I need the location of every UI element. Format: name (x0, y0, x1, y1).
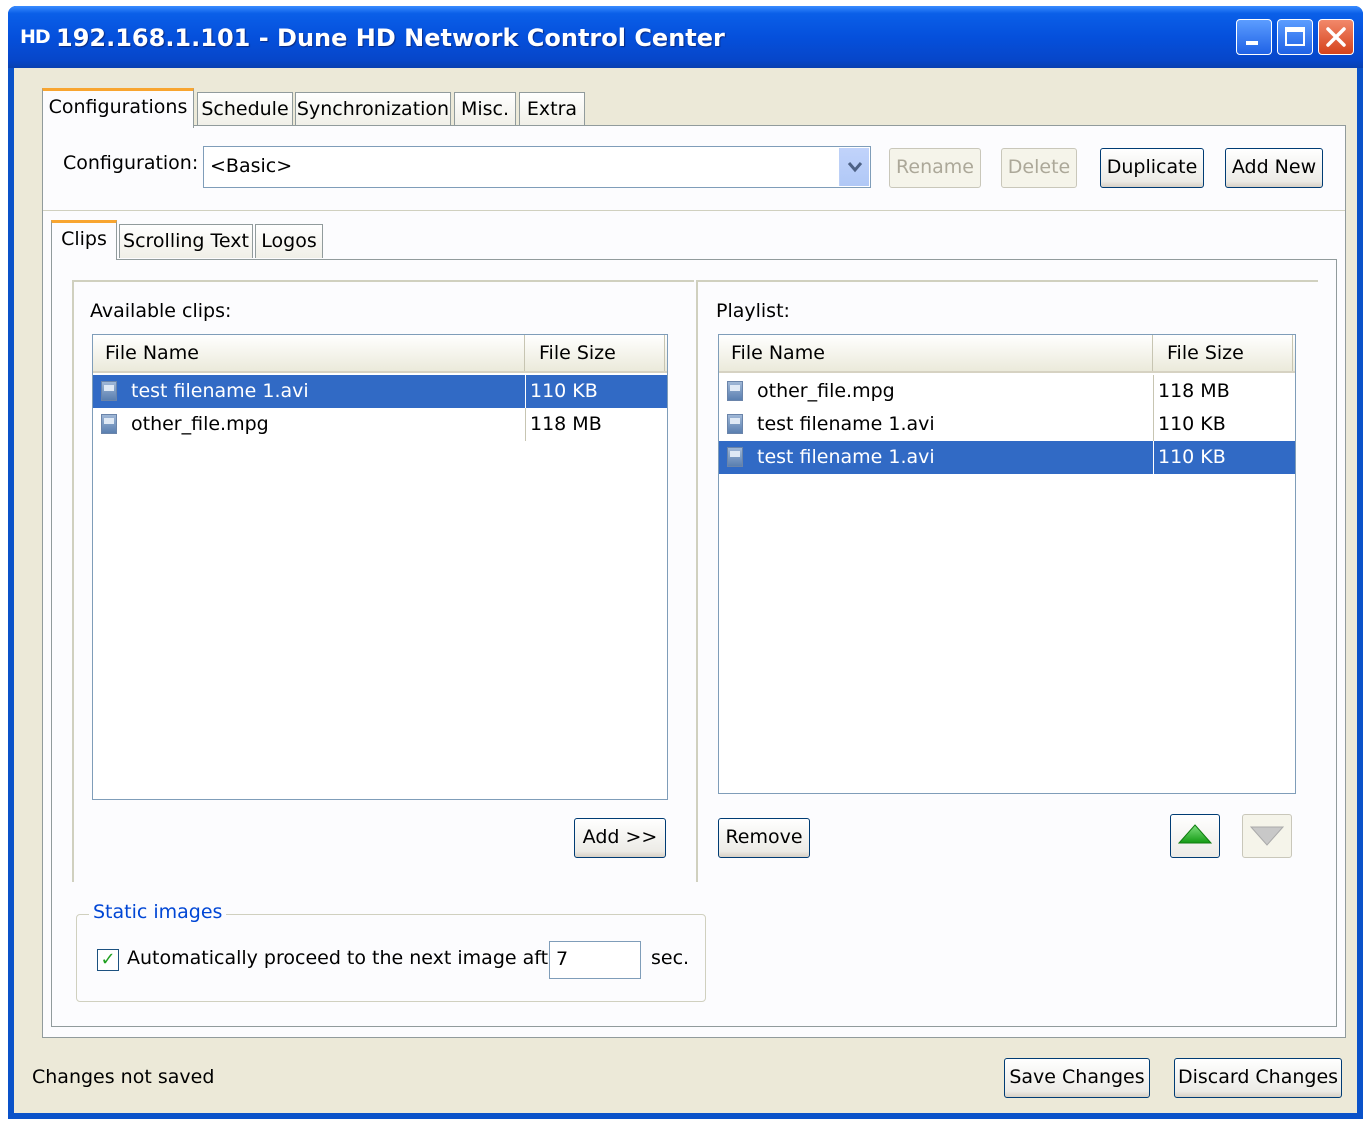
chevron-down-icon[interactable] (839, 148, 869, 186)
remove-button[interactable]: Remove (718, 818, 810, 858)
move-up-button[interactable] (1170, 814, 1220, 858)
tab-extra[interactable]: Extra (519, 92, 585, 126)
static-images-group: Static images ✓ Automatically proceed to… (76, 901, 706, 1002)
table-row[interactable]: test filename 1.avi 110 KB (719, 441, 1295, 474)
row-file-size: 118 MB (1153, 375, 1293, 408)
add-to-playlist-button[interactable]: Add >> (574, 818, 666, 858)
seconds-input[interactable]: 7 (549, 941, 641, 979)
row-file-name: test filename 1.avi (757, 413, 935, 435)
minimize-button[interactable] (1236, 19, 1272, 55)
static-images-legend: Static images (89, 901, 227, 923)
close-button[interactable] (1318, 19, 1354, 55)
maximize-icon (1285, 27, 1305, 46)
arrow-down-icon (1249, 826, 1285, 846)
close-icon (1326, 27, 1346, 47)
delete-button[interactable]: Delete (1001, 148, 1077, 188)
column-file-name[interactable]: File Name (719, 335, 1153, 371)
auto-proceed-checkbox[interactable]: ✓ (97, 949, 119, 971)
row-file-size: 110 KB (525, 375, 665, 408)
video-file-icon (101, 414, 117, 434)
app-logo-icon: HD (20, 26, 51, 48)
rename-button[interactable]: Rename (889, 148, 981, 188)
tab-logos[interactable]: Logos (255, 224, 323, 258)
row-file-name: other_file.mpg (757, 380, 895, 402)
row-file-size: 110 KB (1153, 408, 1293, 441)
divider (43, 210, 1345, 211)
video-file-icon (101, 381, 117, 401)
column-file-size[interactable]: File Size (1153, 335, 1293, 371)
title-bar[interactable]: HD 192.168.1.101 - Dune HD Network Contr… (8, 6, 1363, 68)
table-row[interactable]: test filename 1.avi 110 KB (93, 375, 667, 408)
minimize-icon (1246, 41, 1258, 45)
video-file-icon (727, 381, 743, 401)
available-clips-header: File Name File Size (93, 335, 667, 373)
discard-changes-button[interactable]: Discard Changes (1174, 1058, 1342, 1098)
save-changes-button[interactable]: Save Changes (1004, 1058, 1150, 1098)
seconds-unit-label: sec. (651, 947, 690, 969)
window-title: 192.168.1.101 - Dune HD Network Control … (56, 24, 725, 52)
configurations-panel: Configuration: <Basic> Rename Delete Dup… (42, 125, 1346, 1038)
auto-proceed-label: Automatically proceed to the next image … (127, 947, 568, 969)
clips-panel: Available clips: File Name File Size tes… (51, 259, 1337, 1027)
add-new-button[interactable]: Add New (1225, 148, 1323, 188)
move-down-button[interactable] (1242, 814, 1292, 858)
window-client-area: Configurations Schedule Synchronization … (14, 68, 1357, 1113)
app-window: HD 192.168.1.101 - Dune HD Network Contr… (8, 6, 1363, 1119)
row-file-name: test filename 1.avi (757, 446, 935, 468)
duplicate-button[interactable]: Duplicate (1100, 148, 1204, 188)
row-file-size: 118 MB (525, 408, 665, 441)
video-file-icon (727, 447, 743, 467)
tab-misc[interactable]: Misc. (454, 92, 516, 126)
maximize-button[interactable] (1277, 19, 1313, 55)
configuration-label: Configuration: (63, 152, 199, 174)
status-text: Changes not saved (32, 1066, 215, 1088)
row-file-name: other_file.mpg (131, 413, 269, 435)
column-file-name[interactable]: File Name (93, 335, 525, 371)
configuration-select[interactable]: <Basic> (203, 146, 871, 188)
table-row[interactable]: other_file.mpg 118 MB (93, 408, 667, 441)
tab-scrolling-text[interactable]: Scrolling Text (119, 224, 253, 258)
table-row[interactable]: other_file.mpg 118 MB (719, 375, 1295, 408)
arrow-up-icon (1177, 824, 1213, 844)
configuration-select-value: <Basic> (210, 155, 293, 177)
playlist-label: Playlist: (716, 300, 790, 322)
playlist-table[interactable]: File Name File Size other_file.mpg 118 M… (718, 334, 1296, 794)
tab-schedule[interactable]: Schedule (197, 92, 293, 126)
tab-clips[interactable]: Clips (51, 220, 117, 260)
column-file-size[interactable]: File Size (525, 335, 665, 371)
table-row[interactable]: test filename 1.avi 110 KB (719, 408, 1295, 441)
row-file-size: 110 KB (1153, 441, 1293, 474)
playlist-header: File Name File Size (719, 335, 1295, 373)
available-clips-label: Available clips: (90, 300, 232, 322)
row-file-name: test filename 1.avi (131, 380, 309, 402)
tab-configurations[interactable]: Configurations (42, 88, 194, 128)
tab-synchronization[interactable]: Synchronization (295, 92, 451, 126)
video-file-icon (727, 414, 743, 434)
available-clips-table[interactable]: File Name File Size test filename 1.avi … (92, 334, 668, 800)
